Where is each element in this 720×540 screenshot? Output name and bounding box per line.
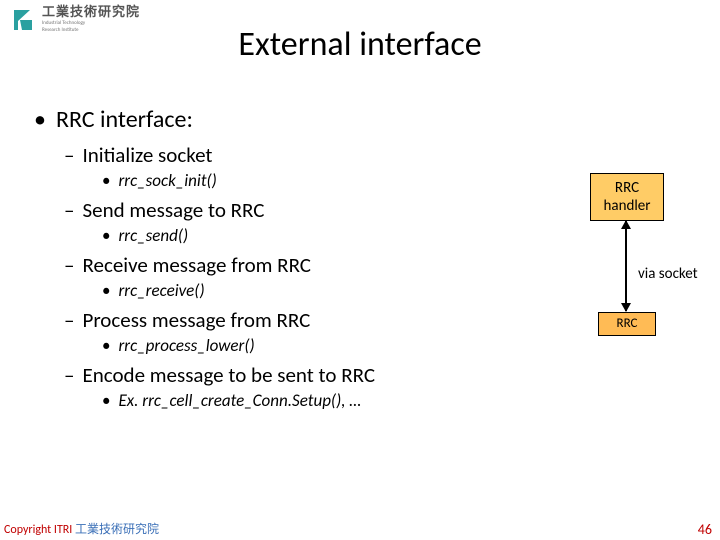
box-label: RRC handler <box>591 179 663 215</box>
bullet-level2: –Process message from RRC <box>64 307 474 333</box>
h2-text: Initialize socket <box>82 142 212 168</box>
bullet-level3: •rrc_process_lower() <box>102 335 474 356</box>
bullet-level2: –Initialize socket <box>64 142 474 168</box>
h2-text: Process message from RRC <box>82 307 310 333</box>
h1-text: RRC interface: <box>56 105 193 134</box>
diagram-box-rrc: RRC <box>598 312 656 336</box>
content-outline: •RRC interface: –Initialize socket •rrc_… <box>34 105 474 417</box>
bullet-level2: –Encode message to be sent to RRC <box>64 362 474 388</box>
slide-title: External interface <box>0 24 720 65</box>
h3-text: rrc_send() <box>118 225 188 246</box>
copyright-red: Copyright ITRI <box>4 523 72 537</box>
h3-text: Ex. rrc_cell_create_Conn.Setup(), … <box>118 390 361 411</box>
edge-label: via socket <box>638 265 698 283</box>
bullet-level3: •Ex. rrc_cell_create_Conn.Setup(), … <box>102 390 474 411</box>
h2-text: Encode message to be sent to RRC <box>82 362 375 388</box>
slide-footer: Copyright ITRI 工業技術研究院 46 <box>0 520 720 540</box>
bullet-level3: •rrc_sock_init() <box>102 170 474 191</box>
h3-text: rrc_receive() <box>118 280 204 301</box>
bullet-level1: •RRC interface: <box>34 105 474 134</box>
logo-text-cjk: 工業技術研究院 <box>42 6 140 19</box>
bullet-level2: –Send message to RRC <box>64 197 474 223</box>
h3-text: rrc_process_lower() <box>118 335 254 356</box>
bullet-level3: •rrc_send() <box>102 225 474 246</box>
h2-text: Send message to RRC <box>82 197 264 223</box>
diagram-box-rrc-handler: RRC handler <box>590 173 664 221</box>
page-number: 46 <box>698 521 712 538</box>
copyright-blue: 工業技術研究院 <box>72 523 159 537</box>
h3-text: rrc_sock_init() <box>118 170 216 191</box>
h2-text: Receive message from RRC <box>82 252 311 278</box>
bidirectional-arrow-icon <box>625 221 627 311</box>
bullet-level2: –Receive message from RRC <box>64 252 474 278</box>
bullet-level3: •rrc_receive() <box>102 280 474 301</box>
box-label: RRC <box>617 316 638 332</box>
copyright-text: Copyright ITRI 工業技術研究院 <box>4 520 159 537</box>
